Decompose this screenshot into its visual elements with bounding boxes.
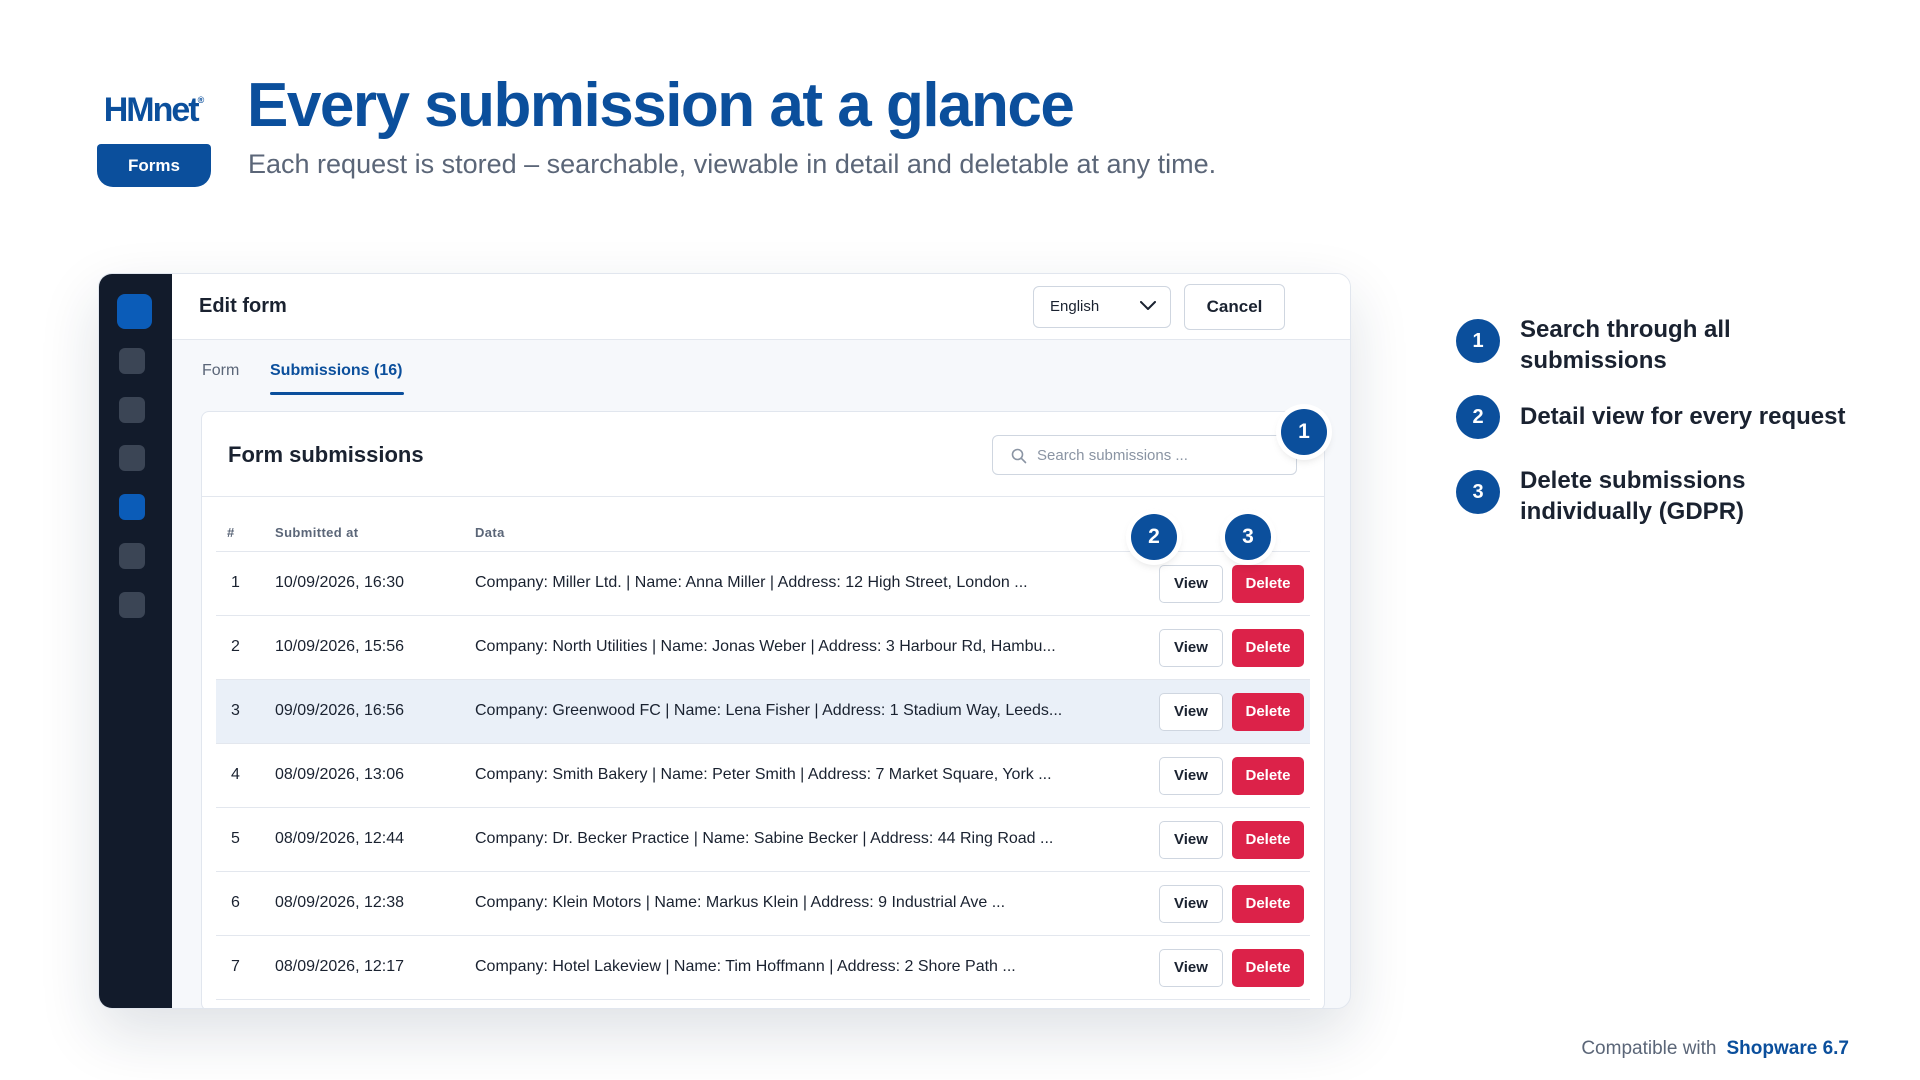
search-box <box>992 435 1297 475</box>
tab-submissions[interactable]: Submissions (16) <box>270 362 402 380</box>
row-data: Company: North Utilities | Name: Jonas W… <box>475 638 1056 655</box>
feature-text: Delete submissions individually (GDPR) <box>1520 467 1746 525</box>
view-button[interactable]: View <box>1159 949 1223 987</box>
chevron-down-icon <box>1140 301 1156 310</box>
row-submitted-at: 10/09/2026, 15:56 <box>275 638 405 655</box>
row-number: 1 <box>231 574 240 591</box>
page-title: Edit form <box>199 295 287 317</box>
feature-number-badge: 2 <box>1456 395 1500 439</box>
table-row: 3 09/09/2026, 16:56 Company: Greenwood F… <box>216 680 1310 744</box>
view-button[interactable]: View <box>1159 629 1223 667</box>
delete-button[interactable]: Delete <box>1232 885 1304 923</box>
compatibility-prefix: Compatible with <box>1581 1038 1717 1059</box>
row-submitted-at: 08/09/2026, 13:06 <box>275 766 405 783</box>
sidebar <box>99 274 172 1008</box>
hero-title: Every submission at a glance <box>247 71 1075 140</box>
table-body: 1 10/09/2026, 16:30 Company: Miller Ltd.… <box>216 552 1310 1000</box>
submissions-card: Form submissions # Submitted at Data 1 1… <box>201 409 1327 1008</box>
logo-wordmark: HMnet® <box>103 91 205 129</box>
row-data: Company: Hotel Lakeview | Name: Tim Hoff… <box>475 958 1016 975</box>
view-button[interactable]: View <box>1159 885 1223 923</box>
app-window: Edit form English Cancel Form Submission… <box>98 273 1351 1009</box>
delete-button[interactable]: Delete <box>1232 949 1304 987</box>
row-data: Company: Smith Bakery | Name: Peter Smit… <box>475 766 1052 783</box>
search-input[interactable] <box>1037 444 1277 466</box>
table-row: 5 08/09/2026, 12:44 Company: Dr. Becker … <box>216 808 1310 872</box>
row-number: 6 <box>231 894 240 911</box>
sidebar-item-3[interactable] <box>119 445 145 471</box>
feature-text: Detail view for every request <box>1520 403 1846 430</box>
active-tab-indicator <box>270 392 404 395</box>
sidebar-item-forms[interactable] <box>119 494 145 520</box>
row-data: Company: Miller Ltd. | Name: Anna Miller… <box>475 574 1028 591</box>
hmnet-forms-logo: HMnet® Forms <box>97 83 211 187</box>
row-data: Company: Dr. Becker Practice | Name: Sab… <box>475 830 1054 847</box>
row-submitted-at: 08/09/2026, 12:44 <box>275 830 405 847</box>
delete-button[interactable]: Delete <box>1232 693 1304 731</box>
topbar: Edit form English Cancel <box>172 274 1350 340</box>
view-button[interactable]: View <box>1159 757 1223 795</box>
feature-number-badge: 1 <box>1456 319 1500 363</box>
delete-button[interactable]: Delete <box>1232 821 1304 859</box>
compatibility-product: Shopware 6.7 <box>1726 1038 1850 1059</box>
column-header-submitted-at: Submitted at <box>275 525 359 540</box>
language-select-value: English <box>1050 298 1100 315</box>
row-number: 7 <box>231 958 240 975</box>
column-header-data: Data <box>475 525 505 540</box>
feature-text: Search through all submissions <box>1520 316 1731 374</box>
delete-button[interactable]: Delete <box>1232 757 1304 795</box>
sidebar-item-2[interactable] <box>119 397 145 423</box>
row-number: 3 <box>231 702 240 719</box>
table-row: 4 08/09/2026, 13:06 Company: Smith Baker… <box>216 744 1310 808</box>
callout-badge-delete: 3 <box>1225 514 1271 560</box>
sidebar-item-5[interactable] <box>119 543 145 569</box>
row-submitted-at: 08/09/2026, 12:38 <box>275 894 405 911</box>
hero-subtitle: Each request is stored – searchable, vie… <box>248 149 1217 179</box>
row-submitted-at: 09/09/2026, 16:56 <box>275 702 405 719</box>
row-data: Company: Greenwood FC | Name: Lena Fishe… <box>475 702 1063 719</box>
delete-button[interactable]: Delete <box>1232 565 1304 603</box>
compatibility-note: Compatible with Shopware 6.7 <box>1581 1038 1849 1060</box>
logo-badge: Forms <box>97 144 211 187</box>
table-row: 6 08/09/2026, 12:38 Company: Klein Motor… <box>216 872 1310 936</box>
card-title: Form submissions <box>228 442 424 467</box>
search-icon <box>1011 448 1027 464</box>
delete-button[interactable]: Delete <box>1232 629 1304 667</box>
row-number: 5 <box>231 830 240 847</box>
row-submitted-at: 10/09/2026, 16:30 <box>275 574 405 591</box>
sidebar-logo-icon[interactable] <box>117 294 152 329</box>
view-button[interactable]: View <box>1159 821 1223 859</box>
view-button[interactable]: View <box>1159 693 1223 731</box>
sidebar-item-6[interactable] <box>119 592 145 618</box>
column-header-number: # <box>227 525 235 540</box>
callout-badge-view: 2 <box>1131 514 1177 560</box>
feature-number-badge: 3 <box>1456 470 1500 514</box>
table-row: 1 10/09/2026, 16:30 Company: Miller Ltd.… <box>216 552 1310 616</box>
sidebar-item-1[interactable] <box>119 348 145 374</box>
tab-bar: Form Submissions (16) <box>172 340 1350 400</box>
row-number: 4 <box>231 766 240 783</box>
row-submitted-at: 08/09/2026, 12:17 <box>275 958 405 975</box>
row-data: Company: Klein Motors | Name: Markus Kle… <box>475 894 1006 911</box>
cancel-button[interactable]: Cancel <box>1184 284 1285 330</box>
language-select[interactable]: English <box>1033 286 1171 328</box>
divider <box>202 496 1324 497</box>
callout-badge-search: 1 <box>1281 409 1327 455</box>
row-number: 2 <box>231 638 240 655</box>
view-button[interactable]: View <box>1159 565 1223 603</box>
table-row: 7 08/09/2026, 12:17 Company: Hotel Lakev… <box>216 936 1310 1000</box>
tab-form[interactable]: Form <box>202 362 239 380</box>
table-row: 2 10/09/2026, 15:56 Company: North Utili… <box>216 616 1310 680</box>
